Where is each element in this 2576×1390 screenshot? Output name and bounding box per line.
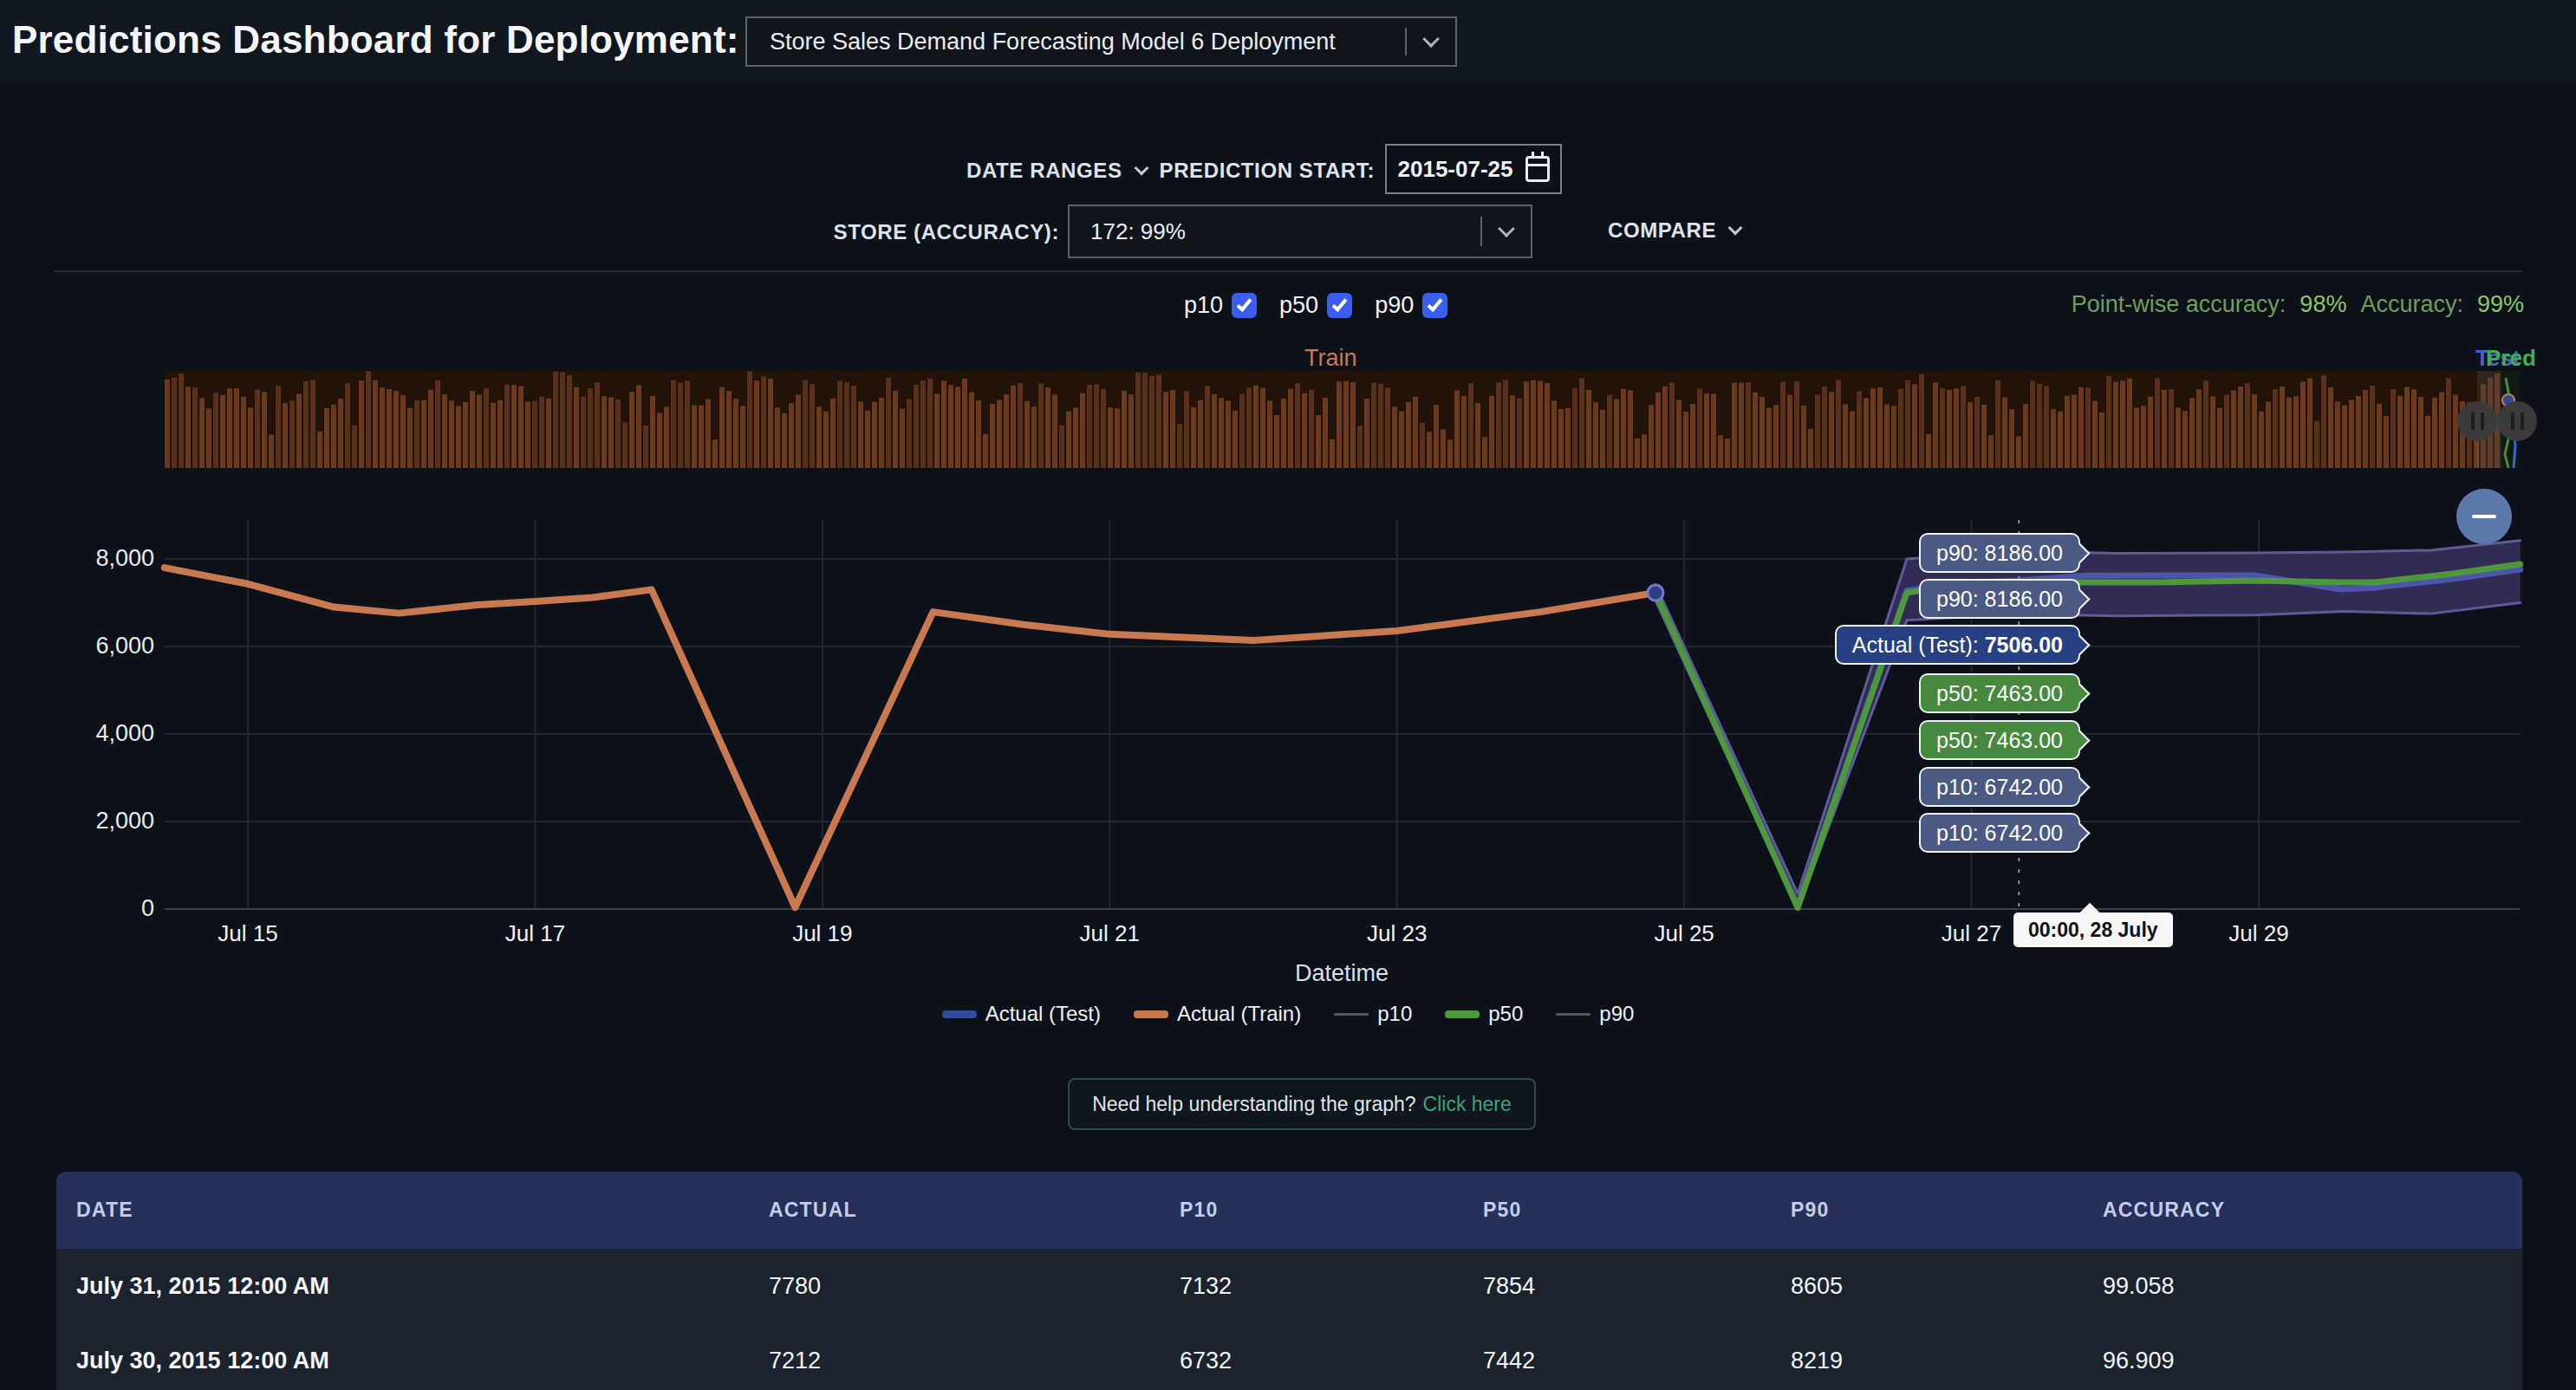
cell-accuracy: 99.058	[2103, 1249, 2175, 1323]
legend-label: p10	[1377, 1002, 1412, 1026]
x-tick-label: Jul 17	[505, 920, 565, 947]
zoom-out-button[interactable]	[2456, 489, 2512, 544]
cell-p10: 7132	[1180, 1249, 1232, 1323]
legend-swatch	[1556, 1013, 1590, 1016]
tooltip-3: Actual (Test): 7506.00	[1835, 625, 2080, 665]
cell-date: July 30, 2015 12:00 AM	[76, 1323, 329, 1390]
help-text: Need help understanding the graph?	[1092, 1093, 1415, 1116]
legend-label: Actual (Test)	[986, 1002, 1101, 1026]
column-header-accuracy[interactable]: ACCURACY	[2103, 1172, 2225, 1249]
cell-p90: 8605	[1791, 1249, 1843, 1323]
column-header-p10[interactable]: P10	[1180, 1172, 1219, 1249]
legend-swatch	[1334, 1013, 1369, 1016]
cell-p90: 8219	[1791, 1323, 1843, 1390]
x-tick-label: Jul 29	[2228, 920, 2288, 947]
cell-actual: 7780	[769, 1249, 821, 1323]
x-tick-label: Jul 19	[792, 920, 852, 947]
column-header-p50[interactable]: P50	[1483, 1172, 1522, 1249]
column-header-date[interactable]: DATE	[76, 1172, 133, 1249]
legend-item-p10[interactable]: p10	[1334, 1002, 1412, 1026]
y-tick-label: 4,000	[50, 720, 154, 747]
legend-swatch	[1134, 1010, 1168, 1018]
column-header-actual[interactable]: ACTUAL	[769, 1172, 857, 1249]
table-header: DATE ACTUAL P10 P50 P90 ACCURACY	[56, 1172, 2522, 1249]
x-tick-label: Jul 21	[1080, 920, 1140, 947]
legend-label: p90	[1599, 1002, 1634, 1026]
table-row: July 30, 2015 12:00 AM 7212 6732 7442 8219 96…	[56, 1323, 2522, 1390]
y-tick-label: 2,000	[50, 808, 154, 835]
help-link[interactable]: Click here	[1423, 1093, 1512, 1116]
table-body: July 31, 2015 12:00 AM 7780 7132 7854 8605 99…	[56, 1249, 2522, 1390]
y-tick-label: 6,000	[50, 633, 154, 659]
legend-item-actual-train-[interactable]: Actual (Train)	[1134, 1002, 1301, 1026]
minus-icon	[2472, 515, 2496, 518]
y-tick-label: 8,000	[50, 545, 154, 572]
legend-swatch	[1445, 1010, 1480, 1018]
tooltip-1: p90: 8186.00	[1919, 533, 2080, 573]
predictions-table: DATE ACTUAL P10 P50 P90 ACCURACY July 31, 201…	[56, 1172, 2522, 1390]
x-tick-label: Jul 15	[218, 920, 277, 947]
cell-date: July 31, 2015 12:00 AM	[76, 1249, 329, 1323]
cell-p50: 7854	[1483, 1249, 1535, 1323]
legend-item-actual-test-[interactable]: Actual (Test)	[942, 1002, 1101, 1026]
column-header-p90[interactable]: P90	[1791, 1172, 1830, 1249]
legend-label: p50	[1488, 1002, 1523, 1026]
x-tick-label: Jul 23	[1367, 920, 1427, 947]
legend-swatch	[942, 1010, 977, 1018]
legend-label: Actual (Train)	[1177, 1002, 1301, 1026]
chart-legend: Actual (Test) Actual (Train) p10 p50 p90	[0, 1002, 2576, 1026]
tooltip-6: p10: 6742.00	[1919, 767, 2080, 807]
tooltip-7: p10: 6742.00	[1919, 813, 2080, 853]
hover-date-tooltip: 00:00, 28 July	[2013, 913, 2173, 947]
tooltip-2: p90: 8186.00	[1919, 579, 2080, 619]
cell-p10: 6732	[1180, 1323, 1232, 1390]
legend-item-p50[interactable]: p50	[1445, 1002, 1523, 1026]
x-axis-title: Datetime	[1295, 960, 1389, 987]
tooltip-5: p50: 7463.00	[1919, 720, 2080, 760]
cell-actual: 7212	[769, 1323, 821, 1390]
predictions-dashboard: Predictions Dashboard for Deployment: St…	[0, 0, 2576, 1390]
cell-accuracy: 96.909	[2103, 1323, 2175, 1390]
cell-p50: 7442	[1483, 1323, 1535, 1390]
legend-item-p90[interactable]: p90	[1556, 1002, 1634, 1026]
tooltip-4: p50: 7463.00	[1919, 673, 2080, 713]
x-tick-label: Jul 27	[1942, 920, 2001, 947]
x-tick-label: Jul 25	[1654, 920, 1714, 947]
table-row: July 31, 2015 12:00 AM 7780 7132 7854 8605 99…	[56, 1249, 2522, 1323]
y-tick-label: 0	[50, 895, 154, 922]
help-button[interactable]: Need help understanding the graph? Click…	[1068, 1078, 1536, 1130]
